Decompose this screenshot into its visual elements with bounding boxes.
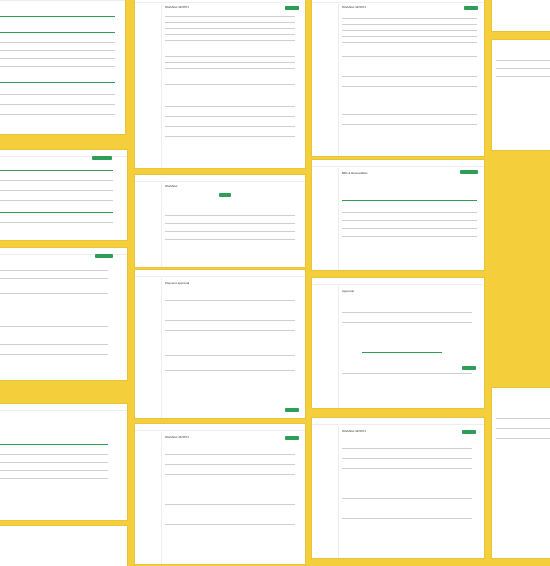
card-o-title: Workflow 44/3671 (165, 435, 189, 439)
screenshot-card-l (492, 388, 550, 558)
screenshot-card-p: Workflow 44/3671 (312, 418, 484, 558)
screenshot-card-c: Workflow 44/3671 (312, 0, 484, 156)
card-c-save-button[interactable] (464, 6, 478, 10)
card-h-title: Workflow (165, 184, 178, 188)
screenshot-card-i: Payment approval (135, 270, 305, 418)
card-h-create-button[interactable] (219, 193, 231, 197)
screenshot-card-e (492, 40, 550, 150)
screenshot-card-f (0, 150, 127, 240)
screenshot-card-g (0, 248, 127, 380)
card-j-title: Bills & Receivables (342, 171, 368, 175)
card-b-title: Workflow 44/3671 (165, 5, 189, 9)
card-b-save-button[interactable] (285, 6, 299, 10)
card-i-title: Payment approval (165, 281, 190, 285)
card-c-title: Workflow 44/3671 (342, 5, 366, 9)
screenshot-card-j: Bills & Receivables (312, 160, 484, 270)
card-p-title: Workflow 44/3671 (342, 429, 366, 433)
card-k-title: Approval (342, 289, 354, 293)
screenshot-card-o: Workflow 44/3671 (135, 424, 305, 564)
screenshot-card-d (492, 0, 550, 31)
screenshot-card-h: Workflow (135, 175, 305, 267)
screenshot-card-n (0, 526, 127, 566)
screenshot-card-a (0, 0, 125, 134)
screenshot-card-m (0, 404, 127, 520)
screenshot-card-k: Approval (312, 278, 484, 408)
screenshot-card-b: Workflow 44/3671 (135, 0, 305, 168)
